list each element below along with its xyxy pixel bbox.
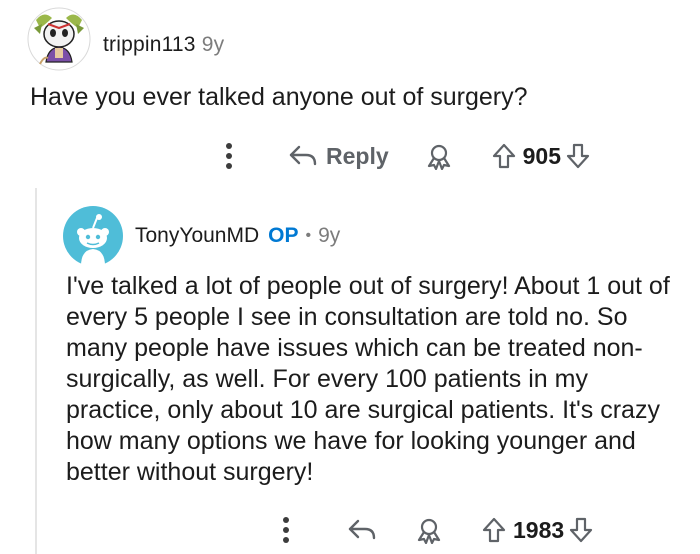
comment-author-line: TonyYounMD OP • 9y xyxy=(135,224,340,248)
avatar-trippin113[interactable] xyxy=(26,6,92,72)
reply-icon xyxy=(348,519,376,540)
comment-actions: 1983 xyxy=(283,512,594,548)
separator-dot: • xyxy=(305,227,312,244)
downvote-icon[interactable] xyxy=(568,516,594,544)
avatar-tonyyounmd[interactable] xyxy=(63,206,123,266)
award-icon xyxy=(417,518,441,544)
thread-line[interactable] xyxy=(35,188,37,554)
vote-count: 905 xyxy=(522,142,562,169)
more-icon[interactable] xyxy=(283,517,289,543)
reply-label: Reply xyxy=(326,142,389,169)
comment-author-line: trippin113 9y xyxy=(103,33,224,57)
username-link[interactable]: trippin113 xyxy=(103,33,196,56)
comment-thread: trippin113 9y Have you ever talked anyone… xyxy=(0,0,700,554)
vote-controls: 905 xyxy=(491,142,591,170)
award-button[interactable] xyxy=(415,516,443,544)
vote-count: 1983 xyxy=(513,516,565,543)
upvote-icon[interactable] xyxy=(491,142,517,170)
comment-age: 9y xyxy=(201,33,225,56)
comment-body: Have you ever talked anyone out of surge… xyxy=(30,83,528,111)
award-button[interactable] xyxy=(425,142,453,170)
comment-body: I've talked a lot of people out of surge… xyxy=(66,272,670,486)
downvote-icon[interactable] xyxy=(565,142,591,170)
reply-icon xyxy=(289,145,317,166)
upvote-icon[interactable] xyxy=(481,516,507,544)
reply-button[interactable] xyxy=(347,518,377,542)
vote-controls: 1983 xyxy=(481,516,594,544)
reply-button[interactable]: Reply xyxy=(288,143,389,170)
comment-age: 9y xyxy=(318,224,341,247)
award-icon xyxy=(427,144,450,170)
username-link[interactable]: TonyYounMD xyxy=(135,224,259,248)
op-badge: OP xyxy=(268,224,299,247)
comment-actions: Reply 905 xyxy=(226,138,591,174)
more-icon[interactable] xyxy=(226,143,232,169)
